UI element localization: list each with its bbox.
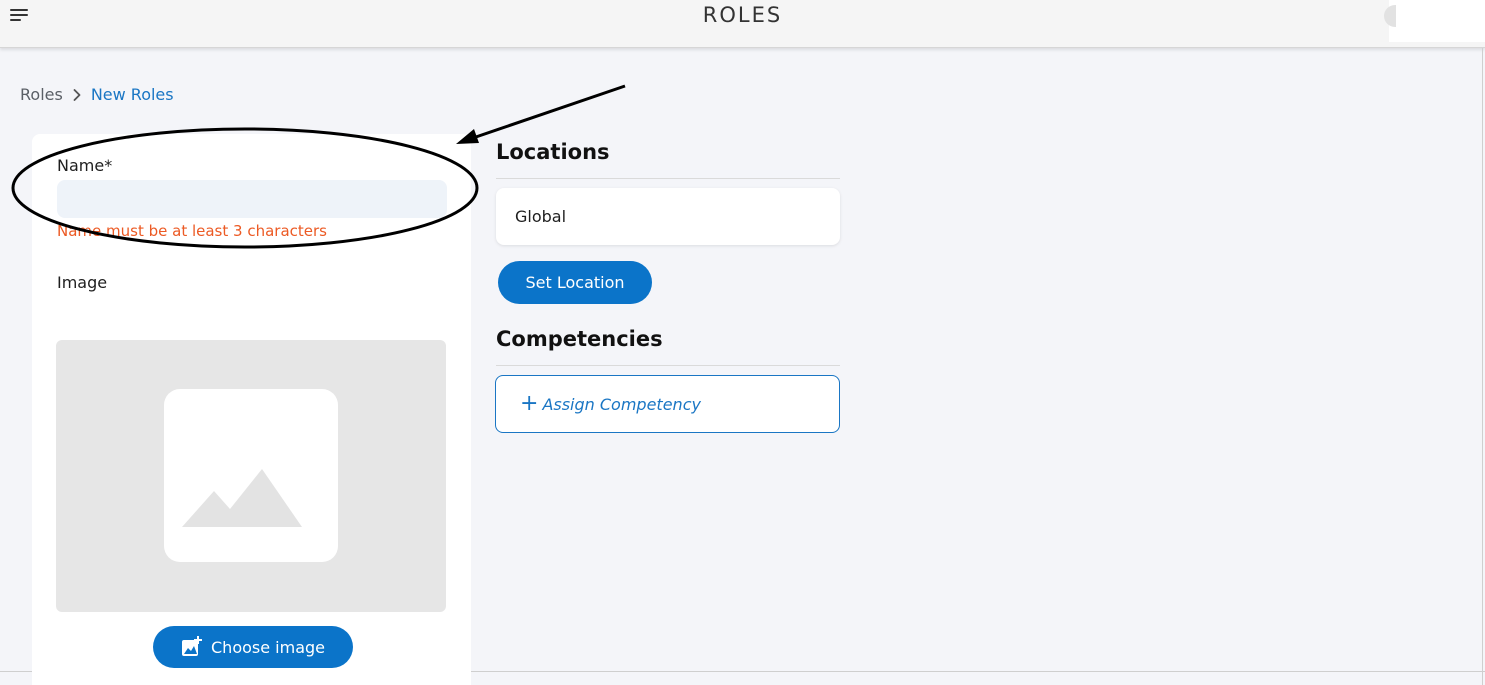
name-label: Name*: [57, 156, 113, 175]
user-area[interactable]: [1384, 0, 1485, 42]
page-title: ROLES: [702, 3, 783, 27]
image-label: Image: [57, 273, 108, 292]
breadcrumb-roles-link[interactable]: Roles: [20, 85, 63, 104]
choose-image-button[interactable]: Choose image: [153, 626, 353, 668]
locations-divider: [496, 178, 840, 179]
assign-competency-button[interactable]: + Assign Competency: [495, 375, 840, 433]
choose-image-label: Choose image: [211, 637, 325, 657]
location-item-label: Global: [515, 207, 567, 226]
page-border-right: [1482, 48, 1483, 685]
name-input[interactable]: [57, 180, 447, 218]
locations-title: Locations: [496, 140, 610, 164]
image-preview[interactable]: [56, 340, 446, 612]
image-placeholder-icon: [164, 389, 338, 562]
annotation-arrow-line: [469, 84, 626, 141]
role-form-card: Name* Name must be at least 3 characters…: [32, 134, 471, 685]
breadcrumb-current[interactable]: New Roles: [91, 85, 174, 104]
name-error-message: Name must be at least 3 characters: [57, 222, 327, 240]
chevron-right-icon: [73, 88, 81, 101]
competencies-title: Competencies: [496, 327, 663, 351]
add-photo-icon: [182, 636, 202, 656]
set-location-button[interactable]: Set Location: [498, 261, 652, 304]
location-item-global[interactable]: Global: [496, 188, 840, 245]
breadcrumb: Roles New Roles: [20, 85, 174, 104]
competencies-divider: [496, 365, 840, 366]
assign-competency-label: Assign Competency: [542, 394, 701, 414]
plus-icon: +: [520, 391, 539, 416]
top-bar: ROLES: [0, 0, 1485, 48]
